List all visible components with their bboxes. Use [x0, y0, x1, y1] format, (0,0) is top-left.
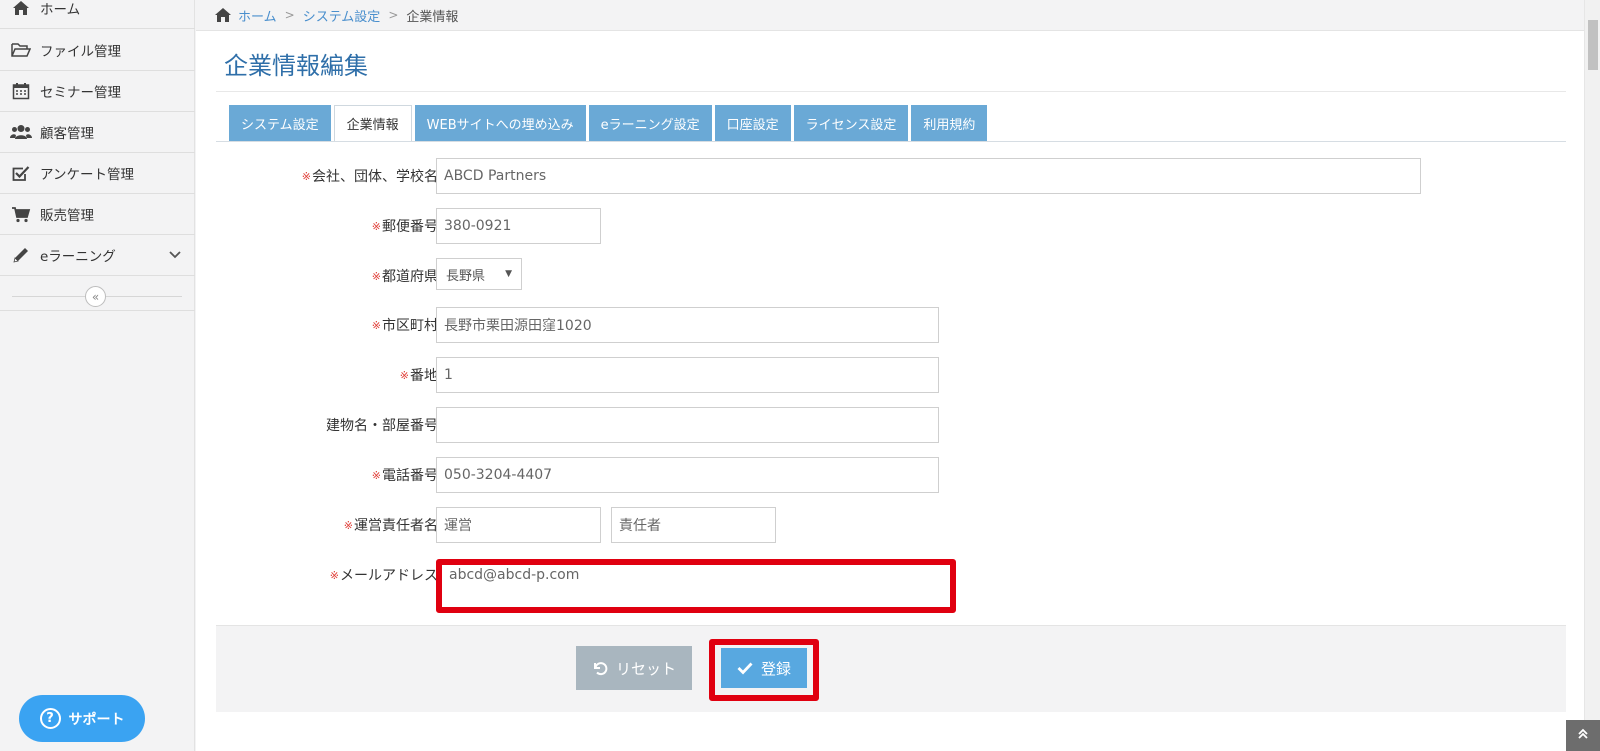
calendar-icon: [10, 82, 32, 100]
scrollbar[interactable]: [1584, 0, 1600, 751]
folder-open-icon: [10, 41, 32, 59]
sidebar-item-label: 顧客管理: [40, 126, 94, 142]
required-mark: ※: [343, 518, 353, 532]
submit-label: 登録: [760, 659, 791, 678]
required-mark: ※: [371, 219, 381, 233]
sidebar-item-label: アンケート管理: [40, 167, 134, 183]
tab-company-info[interactable]: 企業情報: [333, 105, 412, 142]
sidebar-item-label: ファイル管理: [40, 44, 121, 60]
tab-system-settings[interactable]: システム設定: [229, 105, 331, 141]
manager-first-name-input[interactable]: 責任者: [611, 507, 776, 543]
required-mark: ※: [371, 468, 381, 482]
form-row-postal: ※ 郵便番号 380-0921: [216, 208, 1566, 244]
breadcrumb-current: 企業情報: [406, 9, 459, 25]
breadcrumb-system-settings[interactable]: システム設定: [303, 6, 381, 25]
main-content: 企業情報編集 システム設定 企業情報 WEBサイトへの埋め込み eラーニング設定…: [196, 31, 1584, 751]
street-number-input[interactable]: 1: [436, 357, 939, 393]
prefecture-select[interactable]: 長野県 ▼: [436, 258, 522, 290]
page-title: 企業情報編集: [224, 52, 368, 80]
sidebar-item-surveys[interactable]: アンケート管理: [0, 153, 195, 194]
field-label: ※ 番地: [399, 368, 438, 384]
prefecture-value: 長野県: [446, 268, 486, 284]
required-mark: ※: [371, 318, 381, 332]
support-button[interactable]: ? サポート: [19, 695, 145, 742]
tab-license-settings[interactable]: ライセンス設定: [793, 105, 909, 141]
undo-icon: [592, 660, 608, 676]
submit-button[interactable]: 登録: [721, 648, 807, 688]
required-mark: ※: [399, 368, 409, 382]
required-mark: ※: [371, 269, 381, 283]
breadcrumb-separator: >: [388, 8, 399, 22]
divider: [216, 141, 1566, 142]
sidebar-item-elearning[interactable]: eラーニング: [0, 235, 195, 276]
question-icon: ?: [39, 708, 61, 729]
home-icon[interactable]: [214, 7, 232, 23]
field-label: ※ 電話番号: [371, 468, 438, 484]
tab-elearning-settings[interactable]: eラーニング設定: [588, 105, 712, 141]
cart-icon: [10, 205, 32, 223]
postal-code-input[interactable]: 380-0921: [436, 208, 601, 244]
users-icon: [10, 123, 32, 141]
company-name-input[interactable]: ABCD Partners: [436, 158, 1421, 194]
breadcrumb-separator: >: [284, 8, 295, 22]
tab-account-settings[interactable]: 口座設定: [714, 105, 791, 141]
field-label: ※ 会社、団体、学校名: [301, 169, 438, 185]
reset-label: リセット: [615, 659, 676, 678]
pencil-icon: [10, 246, 32, 264]
field-label: ※ 郵便番号: [371, 219, 438, 235]
form-row-phone: ※ 電話番号 050-3204-4407: [216, 457, 1566, 493]
field-label: ※ 市区町村: [371, 318, 438, 334]
sidebar-item-label: セミナー管理: [40, 85, 121, 101]
form-row-manager: ※ 運営責任者名 運営 責任者: [216, 507, 1566, 543]
form-row-building: 建物名・部屋番号: [216, 407, 1566, 443]
building-input[interactable]: [436, 407, 939, 443]
sidebar-item-customers[interactable]: 顧客管理: [0, 112, 195, 153]
sidebar-item-label: 販売管理: [40, 208, 94, 224]
field-label: ※ 運営責任者名: [343, 518, 438, 534]
settings-tabs: システム設定 企業情報 WEBサイトへの埋め込み eラーニング設定 口座設定 ラ…: [229, 105, 990, 142]
email-highlight-box: [436, 559, 956, 613]
breadcrumb-home[interactable]: ホーム: [238, 6, 277, 25]
sidebar-item-seminars[interactable]: セミナー管理: [0, 71, 195, 112]
field-label: 建物名・部屋番号: [326, 418, 438, 434]
check-icon: [737, 661, 753, 675]
sidebar-item-label: eラーニング: [40, 249, 116, 265]
form-row-address: ※ 番地 1: [216, 357, 1566, 393]
field-label: ※ 都道府県: [371, 269, 438, 285]
form-row-prefecture: ※ 都道府県 長野県 ▼: [216, 258, 1566, 294]
sidebar-item-sales[interactable]: 販売管理: [0, 194, 195, 235]
city-input[interactable]: 長野市栗田源田窪1020: [436, 307, 939, 343]
manager-last-name-input[interactable]: 運営: [436, 507, 601, 543]
divider: [216, 91, 1566, 92]
phone-input[interactable]: 050-3204-4407: [436, 457, 939, 493]
sidebar-item-label: ホーム: [40, 2, 81, 18]
caret-down-icon: ▼: [505, 269, 512, 279]
form-actions: リセット 登録: [216, 625, 1566, 712]
field-label: ※ メールアドレス: [329, 568, 438, 584]
scrollbar-thumb[interactable]: [1588, 20, 1598, 70]
form-row-city: ※ 市区町村 長野市栗田源田窪1020: [216, 307, 1566, 343]
collapse-sidebar-button[interactable]: «: [85, 286, 106, 307]
checkbox-icon: [10, 164, 32, 182]
sidebar-item-files[interactable]: ファイル管理: [0, 30, 195, 71]
chevron-down-icon: [169, 251, 181, 259]
breadcrumb: ホーム > システム設定 > 企業情報: [196, 0, 1584, 31]
required-mark: ※: [329, 568, 339, 582]
support-label: サポート: [68, 711, 125, 728]
sidebar-item-home[interactable]: ホーム: [0, 0, 195, 29]
double-chevron-up-icon: [1577, 728, 1589, 744]
home-icon: [10, 0, 32, 17]
required-mark: ※: [301, 169, 311, 183]
form-row-company: ※ 会社、団体、学校名 ABCD Partners: [216, 158, 1566, 194]
sidebar: ホーム ファイル管理 セミナー管理 顧客管理 アンケート管理 販売管理 eラーニ…: [0, 0, 195, 751]
sidebar-collapse-row: «: [0, 283, 195, 311]
scroll-to-top-button[interactable]: [1566, 720, 1600, 751]
reset-button[interactable]: リセット: [576, 646, 692, 690]
tab-terms[interactable]: 利用規約: [911, 105, 988, 141]
tab-website-embed[interactable]: WEBサイトへの埋め込み: [414, 105, 586, 141]
